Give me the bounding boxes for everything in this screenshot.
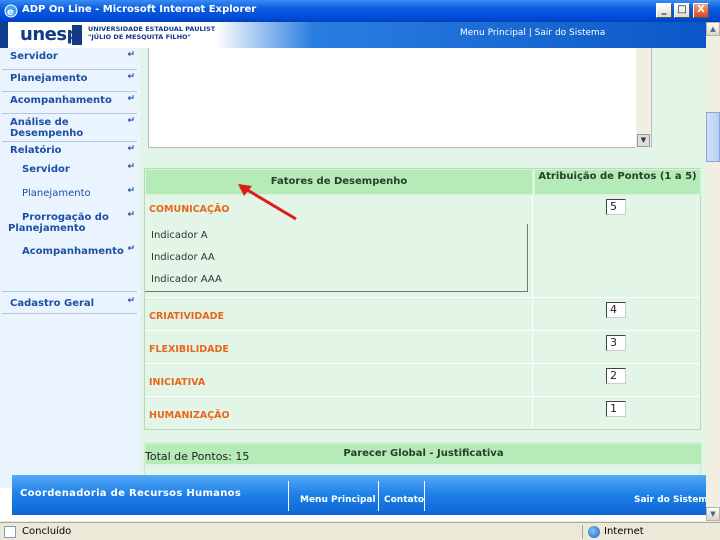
sidebar-item-planejamento[interactable]: Planejamento ↵ bbox=[2, 70, 137, 92]
red-arrow-icon bbox=[238, 184, 297, 221]
table-row: CRIATIVIDADE 4 bbox=[145, 299, 700, 331]
sidebar-subitem-label: Acompanhamento bbox=[22, 246, 124, 257]
points-input[interactable]: 4 bbox=[606, 302, 626, 318]
scroll-thumb[interactable] bbox=[706, 112, 720, 162]
sidebar-item-label: Relatório bbox=[10, 145, 62, 156]
points-input[interactable]: 5 bbox=[606, 199, 626, 215]
university-line-1: UNIVERSIDADE ESTADUAL PAULISTA bbox=[88, 25, 220, 33]
sidebar-item-label: Cadastro Geral bbox=[10, 298, 95, 309]
header-factors: Fatores de Desempenho bbox=[145, 169, 533, 195]
indicator-item: Indicador A bbox=[151, 230, 208, 241]
window-title: ADP On Line - Microsoft Internet Explore… bbox=[22, 4, 257, 15]
return-arrow-icon: ↵ bbox=[127, 296, 135, 306]
scroll-down-arrow-icon[interactable]: ▼ bbox=[706, 507, 720, 521]
factor-name: HUMANIZAÇÃO bbox=[149, 410, 230, 421]
sidebar-subitem-label: Planejamento bbox=[22, 188, 91, 199]
sidebar-item-label: Acompanhamento bbox=[10, 95, 112, 106]
footer-separator bbox=[424, 481, 425, 511]
performance-factors-table: Fatores de Desempenho Atribuição de Pont… bbox=[144, 168, 701, 430]
footer-separator bbox=[378, 481, 379, 511]
footer-bar: Coordenadoria de Recursos Humanos Menu P… bbox=[12, 475, 706, 515]
textarea-scrollbar[interactable]: ▼ bbox=[636, 48, 651, 148]
sidebar-item-analise-desempenho[interactable]: Análise de Desempenho ↵ bbox=[2, 114, 137, 142]
factor-name: FLEXIBILIDADE bbox=[149, 344, 229, 355]
sidebar-subitem-prorrogacao[interactable]: Prorrogação do Planejamento ↵ bbox=[2, 206, 137, 236]
header-points: Atribuição de Pontos (1 a 5) bbox=[534, 169, 701, 195]
internet-explorer-icon: e bbox=[4, 4, 18, 18]
banner-stripe bbox=[0, 22, 8, 48]
sidebar-subitem-planejamento[interactable]: Planejamento ↵ bbox=[2, 182, 137, 204]
sidebar-subitem-label: Servidor bbox=[22, 164, 70, 175]
factor-cell: INICIATIVA bbox=[145, 365, 533, 396]
return-arrow-icon: ↵ bbox=[127, 144, 135, 154]
footer-org-name: Coordenadoria de Recursos Humanos bbox=[20, 488, 242, 499]
sidebar-item-label: Servidor bbox=[10, 51, 58, 62]
factor-cell: CRIATIVIDADE bbox=[145, 299, 533, 330]
page-scrollbar[interactable]: ▲ ▼ bbox=[706, 22, 720, 521]
header-banner: unesp UNIVERSIDADE ESTADUAL PAULISTA "JÚ… bbox=[0, 22, 706, 48]
indicator-item: Indicador AA bbox=[151, 252, 215, 263]
return-arrow-icon: ↵ bbox=[127, 162, 135, 172]
security-zone: Internet bbox=[604, 526, 644, 537]
sidebar-subitem-servidor[interactable]: Servidor ↵ bbox=[2, 158, 137, 180]
factor-cell: HUMANIZAÇÃO bbox=[145, 398, 533, 429]
indicator-list: Indicador A Indicador AA Indicador AAA bbox=[145, 224, 528, 292]
status-divider bbox=[582, 525, 583, 539]
sidebar-subitem-label: Prorrogação do Planejamento bbox=[8, 212, 109, 234]
sidebar-item-servidor[interactable]: Servidor ↵ bbox=[2, 48, 137, 70]
unesp-logo: unesp bbox=[20, 24, 79, 45]
footer-menu-link[interactable]: Menu Principal bbox=[300, 495, 376, 505]
justification-textarea[interactable]: ▼ bbox=[148, 48, 652, 148]
scroll-down-arrow-icon[interactable]: ▼ bbox=[637, 134, 650, 147]
sidebar-item-label: Planejamento bbox=[10, 73, 88, 84]
header-links[interactable]: Menu Principal | Sair do Sistema bbox=[460, 28, 605, 38]
points-input[interactable]: 2 bbox=[606, 368, 626, 384]
factor-name: INICIATIVA bbox=[149, 377, 206, 388]
table-row: INICIATIVA 2 bbox=[145, 365, 700, 397]
sidebar-item-label: Análise de Desempenho bbox=[10, 117, 84, 139]
table-row: HUMANIZAÇÃO 1 bbox=[145, 398, 700, 429]
total-points: Total de Pontos: 15 bbox=[145, 450, 250, 463]
return-arrow-icon: ↵ bbox=[127, 186, 135, 196]
factor-name: CRIATIVIDADE bbox=[149, 311, 224, 322]
points-input[interactable]: 3 bbox=[606, 335, 626, 351]
return-arrow-icon: ↵ bbox=[127, 116, 135, 126]
points-input[interactable]: 1 bbox=[606, 401, 626, 417]
svg-text:e: e bbox=[7, 7, 14, 18]
status-bar: Concluído Internet bbox=[0, 522, 720, 540]
sidebar-subitem-acompanhamento[interactable]: Acompanhamento ↵ bbox=[2, 240, 137, 262]
sidebar-menu: Servidor ↵ Planejamento ↵ Acompanhamento… bbox=[0, 48, 140, 488]
footer-separator bbox=[288, 481, 289, 511]
status-text: Concluído bbox=[22, 526, 72, 537]
footer-contato-link[interactable]: Contato bbox=[384, 495, 424, 505]
factor-cell: FLEXIBILIDADE bbox=[145, 332, 533, 363]
maximize-button[interactable]: □ bbox=[674, 3, 690, 18]
scroll-up-arrow-icon[interactable]: ▲ bbox=[706, 22, 720, 36]
sidebar-item-relatorio[interactable]: Relatório ↵ Servidor ↵ Planejamento ↵ Pr… bbox=[2, 142, 137, 292]
indicator-item: Indicador AAA bbox=[151, 274, 222, 285]
university-line-2: "JÚLIO DE MESQUITA FILHO" bbox=[88, 33, 191, 41]
internet-zone-icon bbox=[588, 526, 600, 538]
factor-name: COMUNICAÇÃO bbox=[149, 204, 230, 215]
sidebar-item-cadastro-geral[interactable]: Cadastro Geral ↵ bbox=[2, 292, 137, 314]
return-arrow-icon: ↵ bbox=[127, 72, 135, 82]
sidebar-item-acompanhamento[interactable]: Acompanhamento ↵ bbox=[2, 92, 137, 114]
browser-window: e ADP On Line - Microsoft Internet Explo… bbox=[0, 0, 720, 540]
return-arrow-icon: ↵ bbox=[127, 94, 135, 104]
page-content: unesp UNIVERSIDADE ESTADUAL PAULISTA "JÚ… bbox=[0, 22, 706, 521]
page-done-icon bbox=[4, 526, 16, 538]
footer-sair-link[interactable]: Sair do Sistema bbox=[634, 495, 706, 505]
return-arrow-icon: ↵ bbox=[127, 210, 135, 220]
title-bar: e ADP On Line - Microsoft Internet Explo… bbox=[0, 0, 720, 22]
minimize-button[interactable]: _ bbox=[656, 3, 672, 18]
factor-cell: COMUNICAÇÃO Indicador A Indicador AA Ind… bbox=[145, 196, 533, 297]
unesp-logo-mark bbox=[72, 25, 82, 45]
table-row: FLEXIBILIDADE 3 bbox=[145, 332, 700, 364]
return-arrow-icon: ↵ bbox=[127, 244, 135, 254]
close-button[interactable]: X bbox=[693, 3, 709, 18]
main-panel: ▼ Fatores de Desempenho Atribuição de Po… bbox=[140, 48, 706, 488]
return-arrow-icon: ↵ bbox=[127, 50, 135, 60]
table-row: COMUNICAÇÃO Indicador A Indicador AA Ind… bbox=[145, 196, 700, 298]
university-name: UNIVERSIDADE ESTADUAL PAULISTA "JÚLIO DE… bbox=[88, 25, 220, 41]
